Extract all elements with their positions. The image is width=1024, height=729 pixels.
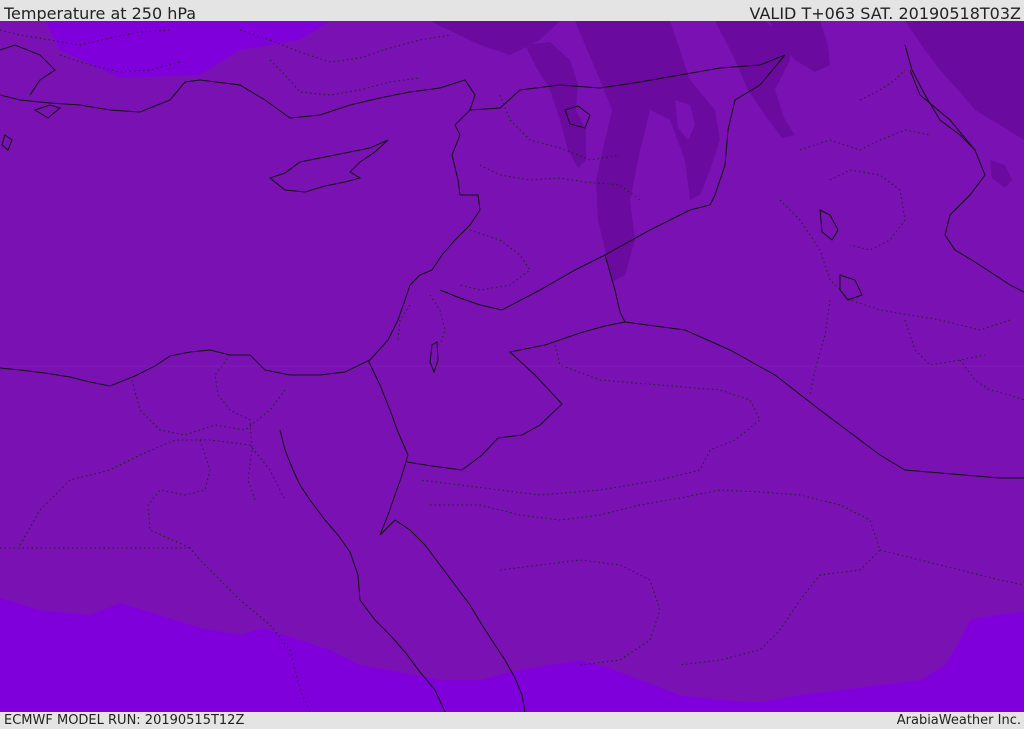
weather-map [0,21,1024,712]
credit: ArabiaWeather Inc. [896,713,1021,728]
model-run: ECMWF MODEL RUN: 20190515T12Z [4,713,245,728]
map-footer: ECMWF MODEL RUN: 20190515T12Z ArabiaWeat… [0,712,1024,729]
map-header: Temperature at 250 hPa VALID T+063 SAT. … [0,0,1024,23]
